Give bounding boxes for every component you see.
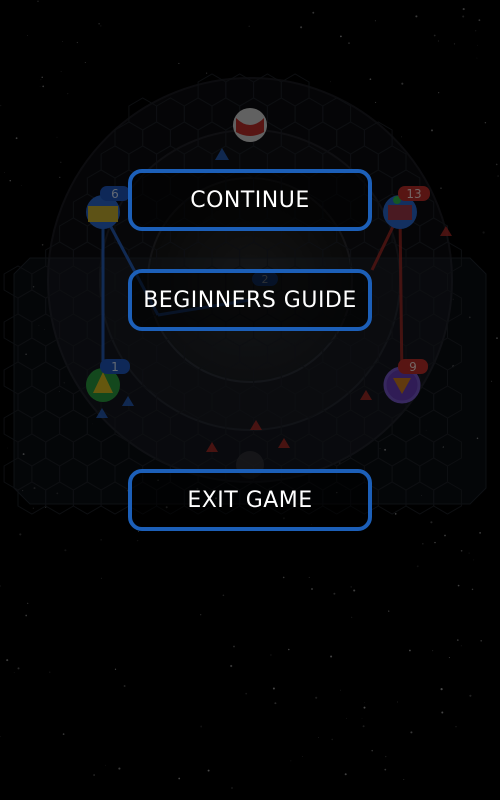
- game-board-preview: 6 13 1 9 2: [0, 0, 500, 800]
- menu-dim-overlay: [0, 0, 500, 800]
- beginners-guide-button[interactable]: BEGINNERS GUIDE: [128, 269, 372, 331]
- exit-game-button[interactable]: EXIT GAME: [128, 469, 372, 531]
- continue-button[interactable]: CONTINUE: [128, 169, 372, 231]
